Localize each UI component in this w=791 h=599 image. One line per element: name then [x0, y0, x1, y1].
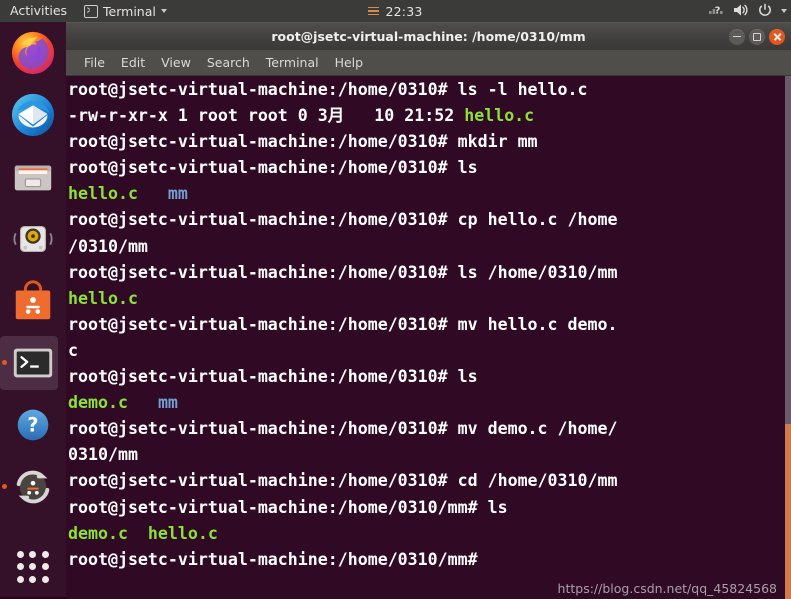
activities-button[interactable]: Activities	[0, 0, 76, 22]
terminal-line: root@jsetc-virtual-machine:/home/0310/mm…	[68, 495, 784, 521]
terminal-span: root@jsetc-virtual-machine:/home/0310/mm…	[68, 497, 508, 517]
menu-search[interactable]: Search	[199, 53, 258, 72]
terminal-scrollbar[interactable]	[785, 76, 791, 599]
terminal-span: mm	[167, 184, 188, 204]
terminal-body[interactable]: root@jsetc-virtual-machine:/home/0310# l…	[66, 76, 791, 599]
dock-item-rhythmbox[interactable]	[0, 208, 66, 270]
svg-text:?: ?	[715, 6, 721, 17]
chevron-down-icon	[160, 9, 167, 13]
watermark-label: https://blog.csdn.net/qq_45824568	[557, 581, 777, 596]
terminal-line: /0310/mm	[68, 234, 784, 260]
menu-view[interactable]: View	[153, 53, 199, 72]
terminal-line: c	[68, 338, 784, 364]
close-button[interactable]	[769, 28, 785, 45]
terminal-line: root@jsetc-virtual-machine:/home/0310# l…	[68, 155, 784, 181]
maximize-button[interactable]	[749, 28, 765, 45]
software-updater-icon	[16, 470, 50, 504]
terminal-span: hello.c	[464, 106, 535, 126]
clock-label: 22:33	[385, 3, 423, 19]
menu-terminal[interactable]: Terminal	[258, 53, 327, 72]
volume-icon[interactable]	[733, 3, 749, 20]
svg-text:?: ?	[27, 414, 38, 437]
terminal-span: c	[68, 340, 78, 360]
firefox-icon	[11, 31, 55, 75]
terminal-line: root@jsetc-virtual-machine:/home/0310# m…	[68, 129, 784, 155]
top-panel: Activities Terminal 22:33 ?	[0, 0, 791, 22]
launcher-dock: ?	[0, 22, 66, 597]
ubuntu-software-icon	[15, 280, 51, 320]
terminal-span: root@jsetc-virtual-machine:/home/0310# c…	[68, 471, 618, 491]
terminal-span: root@jsetc-virtual-machine:/home/0310# l…	[68, 80, 588, 99]
terminal-line: hello.c mm	[68, 181, 784, 207]
terminal-span: root@jsetc-virtual-machine:/home/0310/mm…	[68, 549, 478, 569]
files-icon	[14, 165, 52, 191]
app-menu-label: Terminal	[103, 3, 156, 19]
thunderbird-icon	[11, 93, 55, 137]
terminal-scrollbar-thumb[interactable]	[785, 424, 791, 599]
terminal-icon	[13, 348, 53, 378]
window-titlebar[interactable]: root@jsetc-virtual-machine: /home/0310/m…	[66, 22, 791, 50]
terminal-span	[128, 393, 158, 412]
dock-item-software-updater[interactable]	[0, 456, 66, 518]
terminal-span: demo.c hello.c	[68, 523, 218, 543]
terminal-span: root@jsetc-virtual-machine:/home/0310# c…	[68, 210, 618, 230]
terminal-span: demo.c	[68, 393, 128, 413]
menu-edit[interactable]: Edit	[113, 53, 153, 72]
show-applications-button[interactable]	[0, 536, 66, 598]
minimize-button[interactable]	[729, 28, 745, 45]
terminal-line: hello.c	[68, 286, 784, 312]
terminal-span: -rw-r-xr-x 1 root root 0 3月 10 21:52	[68, 106, 465, 126]
apps-grid-icon	[16, 550, 50, 584]
chevron-down-icon[interactable]	[781, 9, 787, 13]
dock-item-ubuntu-software[interactable]	[0, 270, 66, 332]
terminal-line: demo.c hello.c	[68, 521, 784, 547]
terminal-window: root@jsetc-virtual-machine: /home/0310/m…	[66, 22, 791, 599]
window-title: root@jsetc-virtual-machine: /home/0310/m…	[271, 29, 586, 44]
rhythmbox-icon	[13, 225, 53, 253]
panel-left-group: Activities Terminal	[0, 0, 175, 22]
app-menu-button[interactable]: Terminal	[76, 0, 175, 22]
terminal-line: demo.c mm	[68, 390, 784, 416]
terminal-icon	[84, 4, 99, 18]
terminal-line: root@jsetc-virtual-machine:/home/0310# l…	[68, 364, 784, 390]
terminal-line: 0310/mm	[68, 442, 784, 468]
dock-item-terminal[interactable]	[0, 332, 66, 394]
terminal-line: root@jsetc-virtual-machine:/home/0310# m…	[68, 312, 784, 338]
terminal-span: root@jsetc-virtual-machine:/home/0310# m…	[68, 419, 618, 439]
terminal-span: hello.c	[68, 184, 138, 204]
menu-bar: File Edit View Search Terminal Help	[66, 50, 791, 76]
dock-item-files[interactable]	[0, 146, 66, 208]
terminal-span: root@jsetc-virtual-machine:/home/0310# m…	[68, 314, 618, 334]
notifications-icon	[368, 6, 380, 16]
terminal-line: root@jsetc-virtual-machine:/home/0310# m…	[68, 416, 784, 442]
terminal-span: root@jsetc-virtual-machine:/home/0310# l…	[68, 367, 478, 387]
dock-item-help[interactable]: ?	[0, 394, 66, 456]
terminal-output: root@jsetc-virtual-machine:/home/0310# l…	[68, 77, 784, 573]
power-icon[interactable]	[758, 3, 772, 20]
system-indicators[interactable]: ?	[709, 0, 787, 22]
terminal-span	[138, 184, 168, 203]
terminal-span: hello.c	[68, 288, 138, 308]
terminal-line: -rw-r-xr-x 1 root root 0 3月 10 21:52 hel…	[68, 103, 784, 129]
terminal-span: root@jsetc-virtual-machine:/home/0310# l…	[68, 158, 478, 178]
terminal-span: mm	[157, 393, 178, 413]
terminal-span: root@jsetc-virtual-machine:/home/0310# m…	[68, 132, 538, 152]
dock-item-firefox[interactable]	[0, 22, 66, 84]
help-icon: ?	[17, 409, 49, 441]
terminal-line: root@jsetc-virtual-machine:/home/0310# l…	[68, 77, 784, 103]
terminal-line: root@jsetc-virtual-machine:/home/0310# l…	[68, 260, 784, 286]
menu-help[interactable]: Help	[327, 53, 372, 72]
terminal-span: /0310/mm	[68, 236, 148, 256]
terminal-span: root@jsetc-virtual-machine:/home/0310# l…	[68, 262, 618, 282]
network-icon[interactable]: ?	[709, 3, 724, 19]
terminal-line: root@jsetc-virtual-machine:/home/0310/mm…	[68, 547, 784, 573]
menu-file[interactable]: File	[76, 53, 113, 72]
window-controls	[729, 23, 785, 50]
terminal-span: 0310/mm	[68, 445, 138, 465]
dock-item-thunderbird[interactable]	[0, 84, 66, 146]
terminal-line: root@jsetc-virtual-machine:/home/0310# c…	[68, 207, 784, 233]
terminal-line: root@jsetc-virtual-machine:/home/0310# c…	[68, 468, 784, 494]
